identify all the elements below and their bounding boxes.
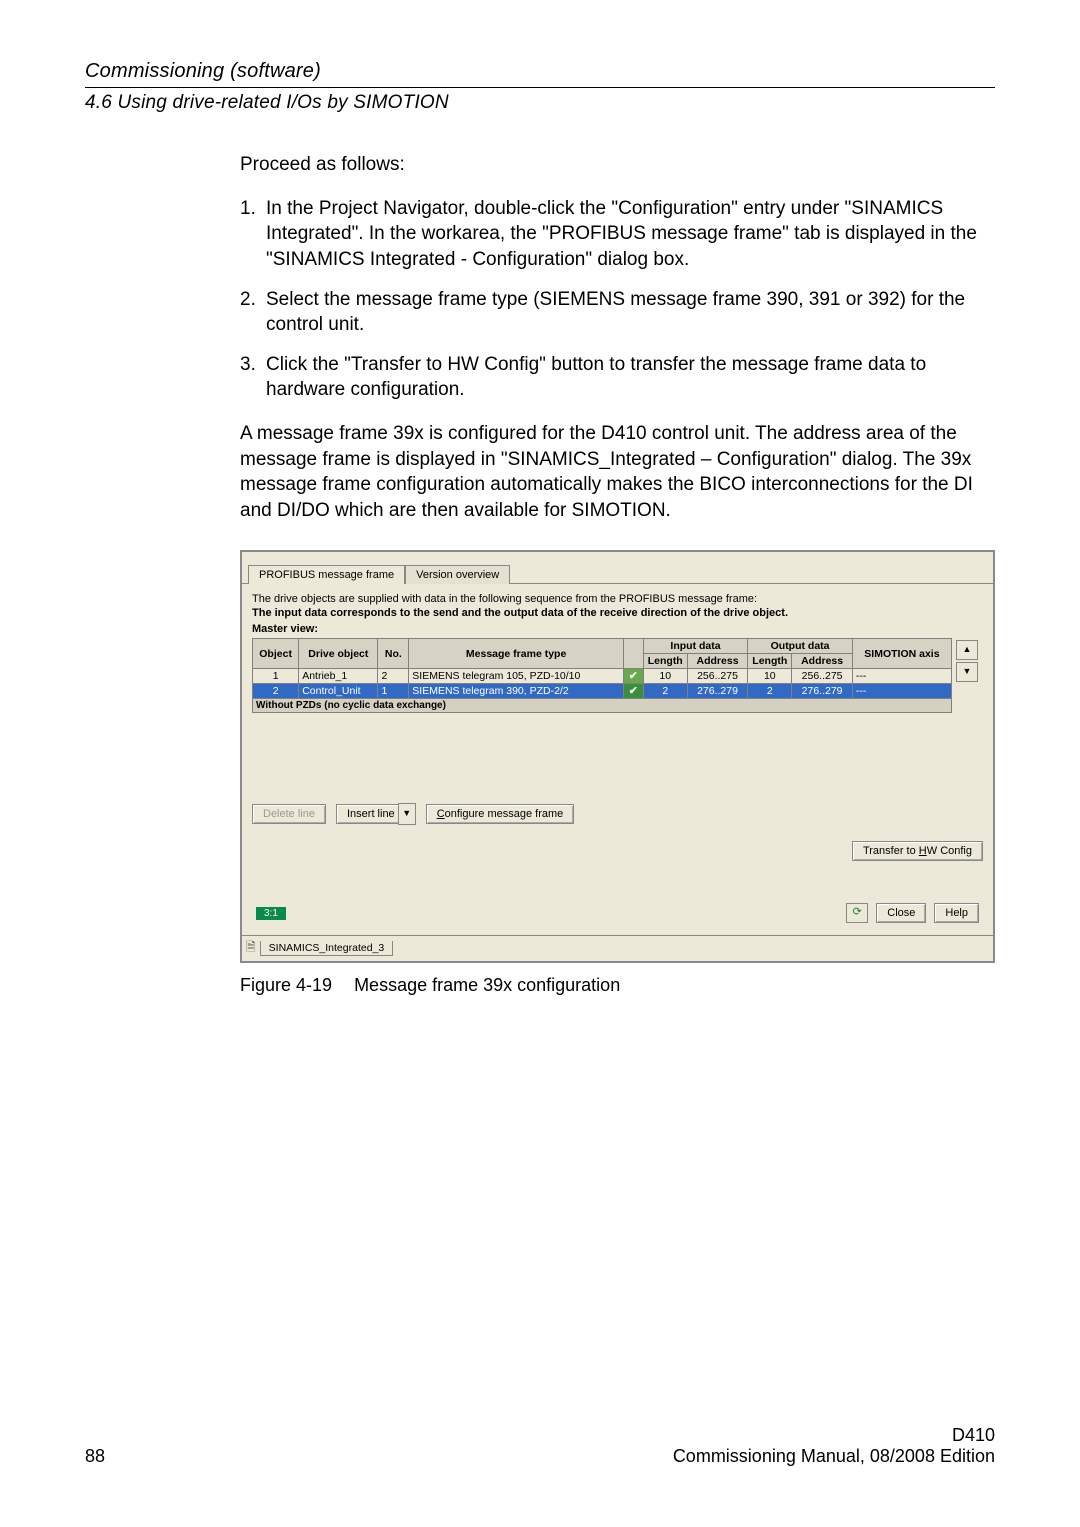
info-line-1: The drive objects are supplied with data… xyxy=(252,592,983,606)
master-view-label: Master view: xyxy=(252,623,983,635)
header-title: Commissioning (software) xyxy=(85,60,995,83)
doc-title: Commissioning Manual, 08/2008 Edition xyxy=(673,1446,995,1467)
col-status xyxy=(623,639,643,669)
col-in-length: Length xyxy=(643,654,687,669)
col-out-address: Address xyxy=(792,654,853,669)
insert-line-button[interactable]: Insert line xyxy=(336,804,406,824)
table-row-selected[interactable]: 2 Control_Unit 1 SIEMENS telegram 390, P… xyxy=(253,684,952,699)
header-section: 4.6 Using drive-related I/Os by SIMOTION xyxy=(85,92,995,114)
cell-msg-type: SIEMENS telegram 390, PZD-2/2 xyxy=(409,684,624,699)
col-output-data: Output data xyxy=(748,639,853,654)
bottom-tab-sinamics[interactable]: SINAMICS_Integrated_3 xyxy=(260,941,394,956)
col-in-address: Address xyxy=(687,654,748,669)
col-no: No. xyxy=(378,639,409,669)
col-simotion-axis: SIMOTION axis xyxy=(852,639,951,669)
configure-message-frame-button[interactable]: Configure message frame xyxy=(426,804,575,824)
transfer-to-hw-config-button[interactable]: Transfer to HW Config xyxy=(852,841,983,861)
step-2: 2.Select the message frame type (SIEMENS… xyxy=(240,287,995,338)
page-icon: 🗎 xyxy=(246,938,256,959)
figure-caption-text: Message frame 39x configuration xyxy=(354,975,620,996)
tab-bar: PROFIBUS message frame Version overview xyxy=(242,552,993,584)
close-button[interactable]: Close xyxy=(876,903,926,923)
cell-out-len: 10 xyxy=(748,669,792,684)
cell-in-addr: 256..275 xyxy=(687,669,748,684)
cell-in-len: 2 xyxy=(643,684,687,699)
col-drive-object: Drive object xyxy=(299,639,378,669)
cell-axis: --- xyxy=(852,684,951,699)
col-out-length: Length xyxy=(748,654,792,669)
no-pzd-row: Without PZDs (no cyclic data exchange) xyxy=(253,699,952,713)
cell-object: 1 xyxy=(253,669,299,684)
cell-object: 2 xyxy=(253,684,299,699)
tab-profibus-message-frame[interactable]: PROFIBUS message frame xyxy=(248,565,405,584)
cell-no: 1 xyxy=(378,684,409,699)
reorder-buttons: ▲ ▼ xyxy=(956,638,978,713)
cell-drive-object: Antrieb_1 xyxy=(299,669,378,684)
cell-axis: --- xyxy=(852,669,951,684)
cell-msg-type: SIEMENS telegram 105, PZD-10/10 xyxy=(409,669,624,684)
figure-label: Figure 4-19 xyxy=(240,975,332,996)
message-frame-table: Object Drive object No. Message frame ty… xyxy=(252,638,952,713)
col-msg-type: Message frame type xyxy=(409,639,624,669)
procedure-list: 1.In the Project Navigator, double-click… xyxy=(240,196,995,403)
move-up-button[interactable]: ▲ xyxy=(956,640,978,660)
cell-in-len: 10 xyxy=(643,669,687,684)
col-input-data: Input data xyxy=(643,639,748,654)
cell-out-len: 2 xyxy=(748,684,792,699)
status-chip: 3:1 xyxy=(256,907,286,920)
move-down-button[interactable]: ▼ xyxy=(956,662,978,682)
step-1: 1.In the Project Navigator, double-click… xyxy=(240,196,995,273)
cell-out-addr: 256..275 xyxy=(792,669,853,684)
delete-line-button: Delete line xyxy=(252,804,326,824)
help-button[interactable]: Help xyxy=(934,903,979,923)
running-header: Commissioning (software) 4.6 Using drive… xyxy=(85,60,995,114)
insert-line-dropdown[interactable]: ▼ xyxy=(398,803,416,825)
header-divider xyxy=(85,87,995,88)
table-row[interactable]: 1 Antrieb_1 2 SIEMENS telegram 105, PZD-… xyxy=(253,669,952,684)
page-footer: 88 D410 Commissioning Manual, 08/2008 Ed… xyxy=(85,1425,995,1467)
intro-text: Proceed as follows: xyxy=(240,152,995,178)
refresh-icon[interactable]: ⟳ xyxy=(846,903,868,923)
page-number: 88 xyxy=(85,1446,105,1467)
info-line-2: The input data corresponds to the send a… xyxy=(252,607,788,619)
check-icon: ✔ xyxy=(623,684,643,699)
paragraph-result: A message frame 39x is configured for th… xyxy=(240,421,995,524)
tab-version-overview[interactable]: Version overview xyxy=(405,565,510,584)
cell-in-addr: 276..279 xyxy=(687,684,748,699)
cell-drive-object: Control_Unit xyxy=(299,684,378,699)
doc-id: D410 xyxy=(673,1425,995,1446)
cell-out-addr: 276..279 xyxy=(792,684,853,699)
step-3: 3.Click the "Transfer to HW Config" butt… xyxy=(240,352,995,403)
cell-no: 2 xyxy=(378,669,409,684)
check-icon: ✔ xyxy=(623,669,643,684)
col-object: Object xyxy=(253,639,299,669)
config-dialog: PROFIBUS message frame Version overview … xyxy=(240,550,995,964)
